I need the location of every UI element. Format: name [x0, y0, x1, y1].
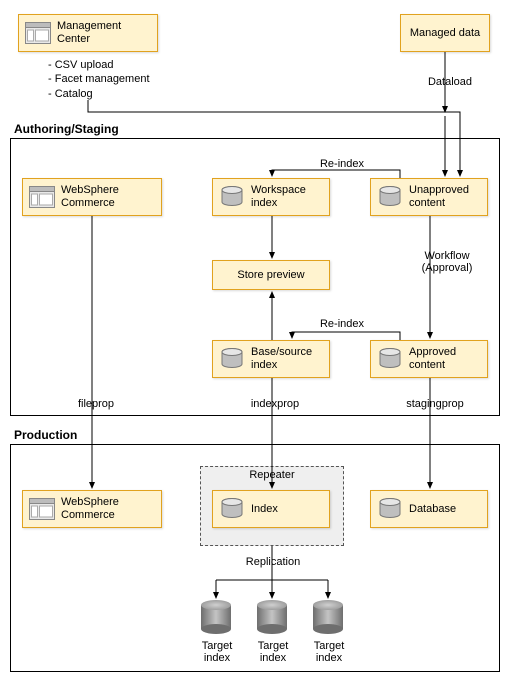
bullet-facet-management: Facet management: [48, 72, 188, 86]
bullet-csv-upload: CSV upload: [48, 58, 188, 72]
node-database: Database: [370, 490, 488, 528]
label-management-center: Management Center: [57, 20, 151, 45]
label-database: Database: [409, 503, 456, 516]
node-workspace-index: Workspace index: [212, 178, 330, 216]
cylinder-icon: [377, 348, 403, 370]
label-websphere-production: WebSphere Commerce: [61, 496, 155, 521]
node-managed-data: Managed data: [400, 14, 490, 52]
label-fileprop: fileprop: [66, 398, 126, 410]
label-replication: Replication: [238, 556, 308, 568]
target-cylinder-2: [257, 600, 287, 634]
bullet-catalog: Catalog: [48, 87, 188, 101]
node-websphere-authoring: WebSphere Commerce: [22, 178, 162, 216]
label-indexprop: indexprop: [240, 398, 310, 410]
node-unapproved-content: Unapproved content: [370, 178, 488, 216]
management-center-bullets: CSV upload Facet management Catalog: [48, 58, 188, 101]
repeater-title: Repeater: [201, 469, 343, 481]
cylinder-icon: [219, 186, 245, 208]
label-base-source-index: Base/source index: [251, 346, 323, 371]
node-store-preview: Store preview: [212, 260, 330, 290]
label-websphere-authoring: WebSphere Commerce: [61, 184, 155, 209]
label-index: Index: [251, 503, 278, 516]
section-title-production: Production: [10, 428, 81, 442]
label-workflow: Workflow (Approval): [412, 250, 482, 274]
cylinder-icon: [219, 498, 245, 520]
label-target-3: Target index: [310, 640, 348, 664]
label-unapproved-content: Unapproved content: [409, 184, 481, 209]
cylinder-icon: [377, 498, 403, 520]
node-index: Index: [212, 490, 330, 528]
app-window-icon: [25, 22, 51, 44]
diagram-canvas: Management Center Managed data CSV uploa…: [0, 0, 508, 680]
section-title-authoring: Authoring/Staging: [10, 122, 123, 136]
cylinder-icon: [219, 348, 245, 370]
cylinder-icon: [377, 186, 403, 208]
label-workspace-index: Workspace index: [251, 184, 323, 209]
label-stagingprop: stagingprop: [400, 398, 470, 410]
label-dataload: Dataload: [420, 76, 480, 88]
label-store-preview: Store preview: [237, 269, 304, 282]
target-cylinder-3: [313, 600, 343, 634]
label-reindex-2: Re-index: [312, 318, 372, 330]
node-approved-content: Approved content: [370, 340, 488, 378]
label-managed-data: Managed data: [410, 27, 480, 40]
app-window-icon: [29, 186, 55, 208]
node-management-center: Management Center: [18, 14, 158, 52]
target-cylinder-1: [201, 600, 231, 634]
label-target-1: Target index: [198, 640, 236, 664]
label-reindex-1: Re-index: [312, 158, 372, 170]
label-approved-content: Approved content: [409, 346, 481, 371]
label-target-2: Target index: [254, 640, 292, 664]
node-websphere-production: WebSphere Commerce: [22, 490, 162, 528]
app-window-icon: [29, 498, 55, 520]
node-base-source-index: Base/source index: [212, 340, 330, 378]
